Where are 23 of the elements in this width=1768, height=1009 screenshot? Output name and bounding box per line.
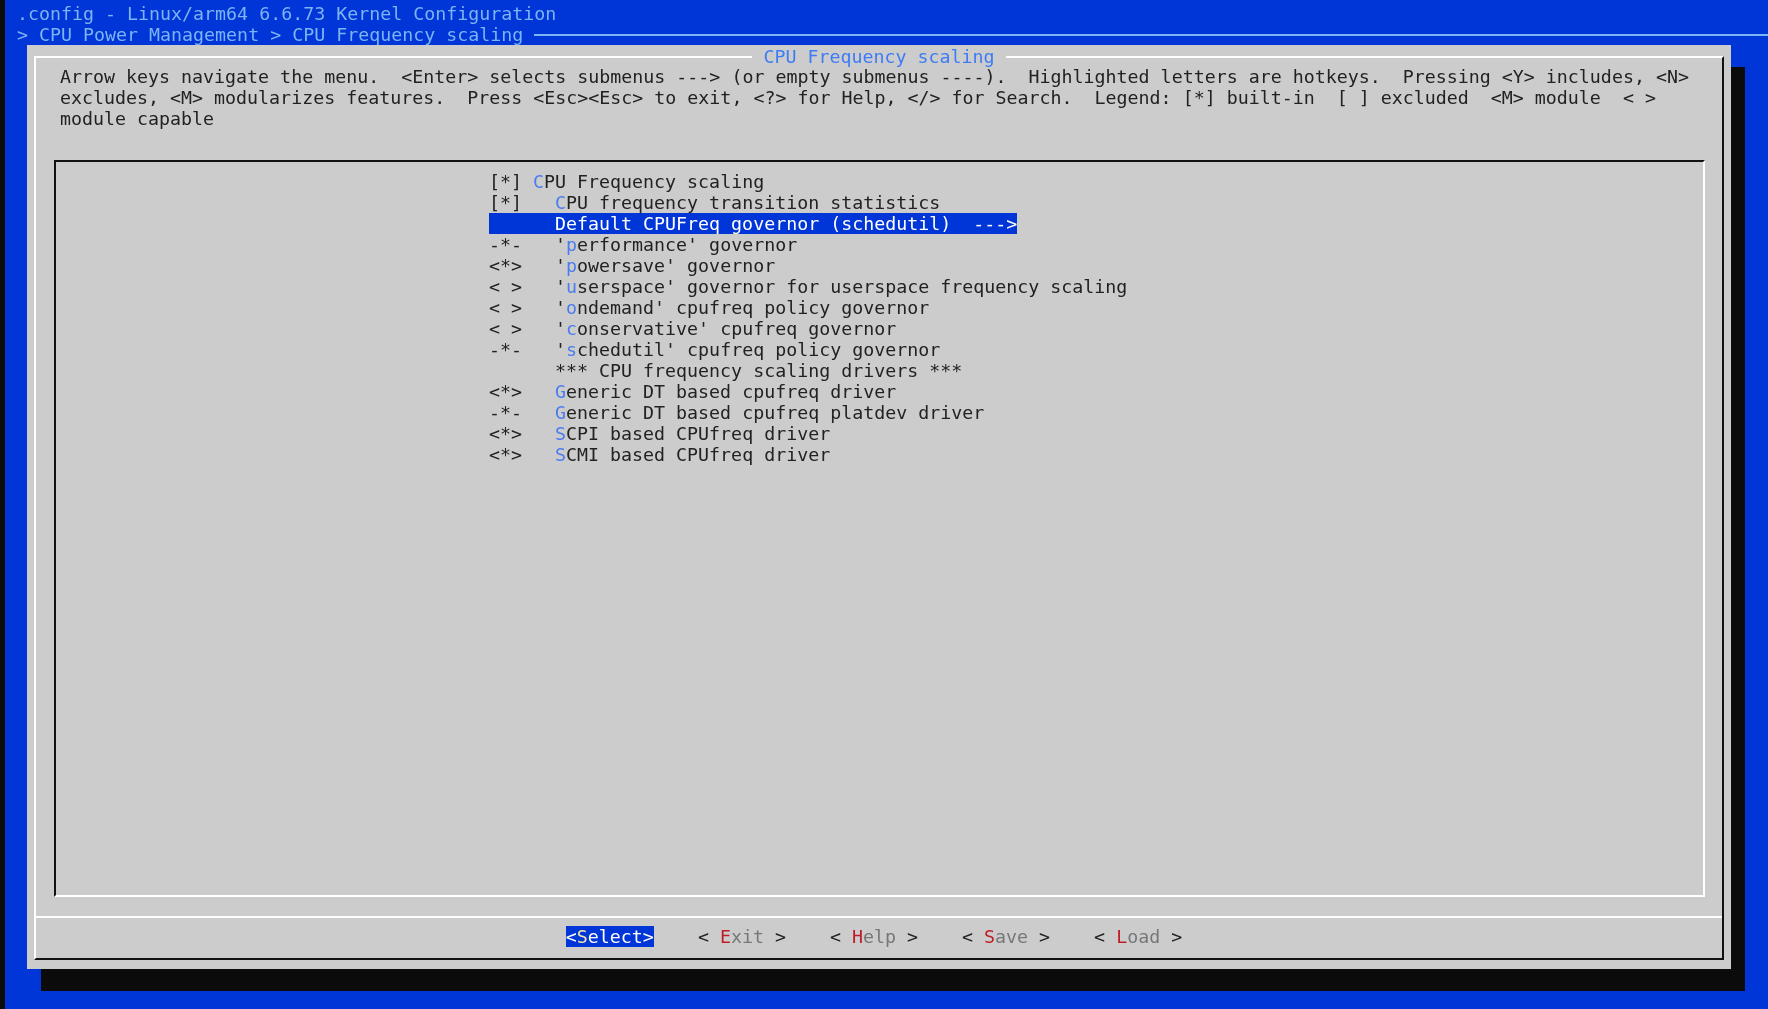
menu-item[interactable]: -*- Generic DT based cpufreq platdev driver [489, 402, 985, 423]
menu-item[interactable]: < > 'ondemand' cpufreq policy governor [489, 297, 930, 318]
dialog-button[interactable]: < Load > [1094, 926, 1183, 947]
menu-item[interactable]: Default CPUFreq governor (schedutil) ---> [489, 213, 1018, 234]
menu-item[interactable]: < > 'conservative' cpufreq governor [489, 318, 897, 339]
dialog-button[interactable]: < Exit > [697, 926, 786, 947]
dialog-button[interactable]: < Help > [829, 926, 919, 947]
dialog-button[interactable]: <Select> [565, 926, 654, 947]
menu-item[interactable]: [*] CPU frequency transition statistics [489, 192, 941, 213]
dialog-title: CPU Frequency scaling [752, 46, 1006, 67]
menu-item[interactable]: [*] CPU Frequency scaling [489, 171, 765, 192]
menu-item[interactable]: <*> Generic DT based cpufreq driver [489, 381, 897, 402]
menu-item[interactable]: -*- 'schedutil' cpufreq policy governor [489, 339, 941, 360]
dialog-button[interactable]: < Save > [962, 926, 1051, 947]
menu-item[interactable]: *** CPU frequency scaling drivers *** [489, 360, 963, 381]
help-text: Arrow keys navigate the menu. <Enter> selects submenus ---> (or empty submenus ----). Highlighted letters are hotkeys. Pressing <Y> includes, <N> excludes, <M> modularizes features. Press <Esc><Esc> to exit, <?> for Help, </> for Search. Legend: [*] built-in [ ] excluded <M> module < > module capable [60, 66, 1690, 129]
window-title: .config - Linux/arm64 6.6.73 Kernel Configuration [16, 3, 557, 24]
menu-item[interactable]: <*> SCMI based CPUfreq driver [489, 444, 831, 465]
breadcrumb: > CPU Power Management > CPU Frequency scaling [17, 24, 524, 45]
menu-item[interactable]: -*- 'performance' governor [489, 234, 798, 255]
menu-item[interactable]: < > 'userspace' governor for userspace frequency scaling [489, 276, 1128, 297]
menu-item[interactable]: <*> 'powersave' governor [489, 255, 776, 276]
menu-item[interactable]: <*> SCPI based CPUfreq driver [489, 423, 831, 444]
